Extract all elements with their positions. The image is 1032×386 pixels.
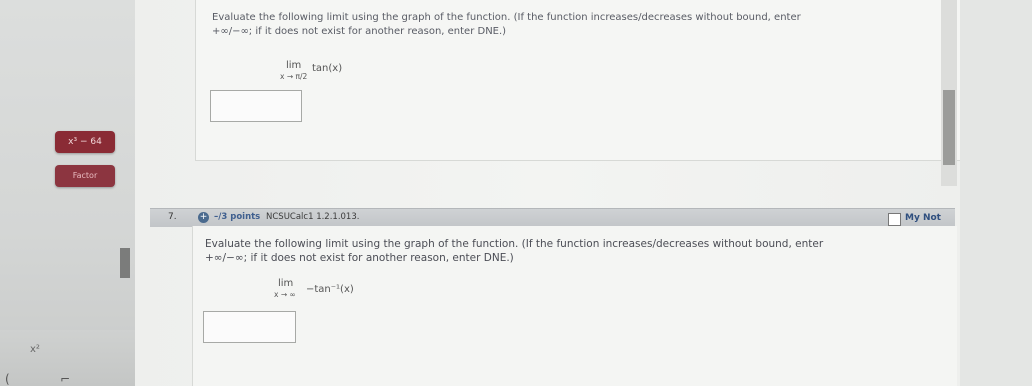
prompt-line-2: +∞/−∞; if it does not exist for another … (212, 26, 507, 37)
limit-subscript: x → ∞ (274, 290, 296, 299)
sidebar-scrollbar[interactable] (120, 248, 130, 278)
notes-checkbox[interactable] (888, 213, 901, 226)
question-7-prompt: Evaluate the following limit using the g… (205, 237, 945, 265)
prompt-line-2: +∞/−∞; if it does not exist for another … (205, 252, 514, 264)
limit-function: −tan⁻¹(x) (306, 284, 354, 295)
limit-subscript: x → π/2 (280, 72, 308, 81)
right-margin (960, 0, 1032, 386)
answer-input[interactable] (210, 90, 302, 122)
bottom-expression[interactable]: x² (30, 344, 40, 355)
course-code: NCSUCalc1 1.2.1.013. (266, 212, 360, 222)
my-notes-label: My Not (905, 213, 941, 223)
prompt-line-1: Evaluate the following limit using the g… (212, 12, 801, 23)
sidebar: x³ − 64 Factor x² ( ⌐ (0, 0, 135, 386)
expand-plus-icon[interactable]: + (198, 212, 209, 223)
factor-button[interactable]: Factor (55, 165, 115, 187)
limit-expression: lim x → π/2 tan(x) (280, 60, 372, 84)
question-6-prompt: Evaluate the following limit using the g… (212, 11, 912, 39)
my-notes-button[interactable]: My Not (888, 212, 958, 226)
limit-function: tan(x) (312, 63, 343, 74)
limit-expression: lim x → ∞ −tan⁻¹(x) (270, 278, 380, 302)
limit-word: lim (278, 278, 294, 289)
sidebar-bottom-panel: x² ( ⌐ (0, 330, 135, 386)
points-label: –/3 points (214, 212, 261, 222)
scrollbar-thumb[interactable] (943, 90, 955, 165)
question-7-header: 7. + –/3 points NCSUCalc1 1.2.1.013. (150, 208, 955, 227)
answer-input[interactable] (203, 311, 296, 343)
limit-word: lim (286, 60, 302, 71)
bracket-icon: ( (5, 372, 10, 386)
question-number: 7. (168, 212, 177, 222)
corner-icon: ⌐ (60, 372, 71, 386)
expression-button[interactable]: x³ − 64 (55, 131, 115, 153)
prompt-line-1: Evaluate the following limit using the g… (205, 238, 824, 250)
